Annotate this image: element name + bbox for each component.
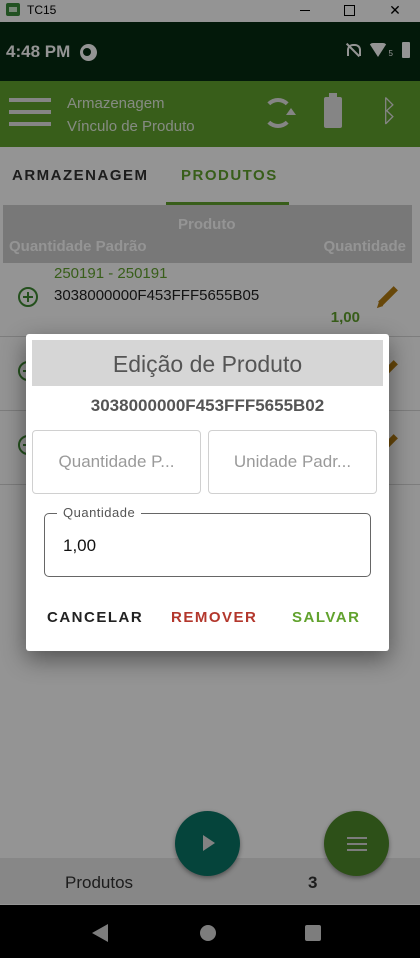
dialog-product-tag: 3038000000F453FFF5655B02 <box>90 396 325 415</box>
quantidade-padrao-placeholder: Quantidade P... <box>58 452 175 471</box>
quantity-input-value: 1,00 <box>63 536 97 555</box>
quantity-input-label: Quantidade <box>57 505 142 520</box>
cancel-button[interactable]: CANCELAR <box>47 609 143 626</box>
dialog-title: Edição de Produto <box>112 351 303 377</box>
remove-button[interactable]: REMOVER <box>171 609 257 626</box>
quantity-input[interactable]: Quantidade 1,00 <box>44 505 371 577</box>
edit-product-dialog: Edição de Produto 3038000000F453FFF5655B… <box>26 334 389 651</box>
save-button[interactable]: SALVAR <box>292 609 360 626</box>
unidade-padrao-field[interactable]: Unidade Padr... <box>208 430 377 494</box>
dialog-title-bar: Edição de Produto <box>32 340 383 386</box>
quantidade-padrao-field[interactable]: Quantidade P... <box>32 430 201 494</box>
unidade-padrao-placeholder: Unidade Padr... <box>233 452 352 471</box>
